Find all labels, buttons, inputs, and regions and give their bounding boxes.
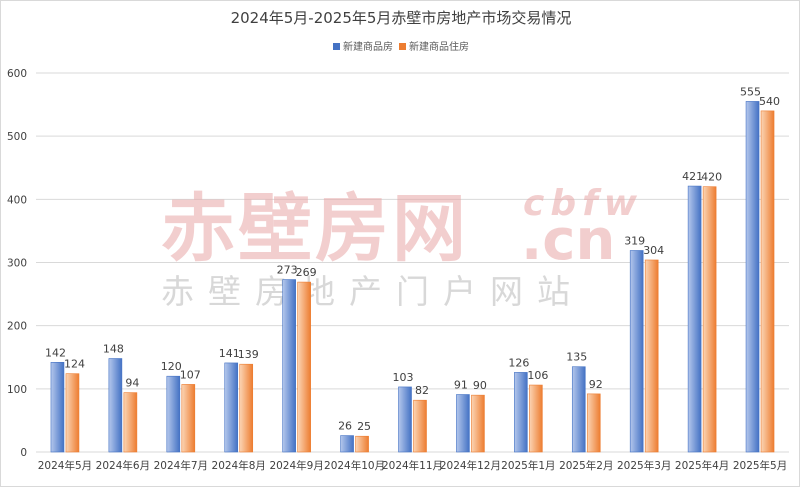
- bar-new-residential: [65, 373, 80, 453]
- legend-swatch-new-residential: [399, 43, 406, 50]
- bar-new-residential: [181, 384, 196, 453]
- x-tick-label: 2024年7月: [154, 459, 208, 472]
- x-tick-label: 2024年9月: [269, 459, 323, 472]
- bar-chart: 赤壁房网 cbfw .cn 赤壁房地产门户网站 2024年5月-2025年5月赤…: [7, 9, 789, 472]
- bar-new-residential: [297, 281, 311, 453]
- x-tick-label: 2024年11月: [382, 459, 443, 472]
- data-label-new-commercial: 120: [161, 360, 182, 373]
- x-tick-label: 2025年5月: [733, 459, 787, 472]
- x-tick-label: 2024年6月: [96, 459, 150, 472]
- legend-swatch-new-commercial: [333, 43, 340, 50]
- y-tick-label: 200: [7, 321, 27, 333]
- data-label-new-residential: 25: [357, 420, 371, 433]
- data-label-new-commercial: 273: [277, 264, 298, 277]
- x-tick-label: 2025年2月: [559, 459, 613, 472]
- data-label-new-residential: 124: [64, 358, 85, 371]
- data-label-new-commercial: 103: [393, 371, 414, 384]
- bar-new-commercial: [629, 250, 644, 453]
- data-label-new-commercial: 141: [219, 347, 240, 360]
- watermark: 赤壁房网 cbfw .cn 赤壁房地产门户网站: [161, 183, 637, 311]
- bar-new-commercial: [571, 366, 586, 453]
- y-tick-label: 0: [20, 447, 27, 459]
- bar-new-residential: [471, 394, 485, 453]
- chart-container: 赤壁房网 cbfw .cn 赤壁房地产门户网站 2024年5月-2025年5月赤…: [0, 0, 800, 487]
- bar-new-residential: [644, 259, 659, 453]
- watermark-sub: 赤壁房地产门户网站: [161, 272, 584, 311]
- chart-title: 2024年5月-2025年5月赤壁市房地产市场交易情况: [231, 9, 572, 27]
- data-label-new-commercial: 319: [624, 234, 645, 247]
- data-label-new-residential: 269: [296, 266, 317, 279]
- bar-new-residential: [239, 363, 254, 453]
- data-label-new-residential: 82: [415, 384, 429, 397]
- bar-new-commercial: [50, 362, 65, 453]
- data-label-new-commercial: 126: [508, 356, 529, 369]
- data-label-new-residential: 90: [473, 379, 487, 392]
- bar-new-commercial: [398, 386, 412, 453]
- data-label-new-residential: 420: [701, 171, 722, 184]
- data-label-new-commercial: 555: [740, 85, 761, 98]
- bar-new-residential: [123, 392, 138, 453]
- y-tick-label: 600: [7, 68, 27, 80]
- x-tick-label: 2024年5月: [38, 459, 92, 472]
- data-label-new-commercial: 142: [45, 346, 66, 359]
- bar-new-residential: [702, 186, 717, 453]
- legend: 新建商品房 新建商品住房: [333, 40, 469, 53]
- x-tick-label: 2025年1月: [501, 459, 555, 472]
- x-axis-ticks: 2024年5月 2024年6月 2024年7月 2024年8月 2024年9月 2024年…: [38, 459, 787, 472]
- data-label-new-commercial: 91: [454, 379, 468, 392]
- bar-new-residential: [413, 399, 427, 453]
- bar-new-commercial: [514, 372, 528, 453]
- data-label-new-commercial: 421: [682, 170, 703, 183]
- x-tick-label: 2024年10月: [324, 459, 385, 472]
- y-tick-label: 400: [7, 194, 27, 206]
- data-label-new-residential: 94: [125, 377, 139, 390]
- bar-new-commercial: [687, 185, 702, 453]
- data-label-new-residential: 304: [643, 244, 664, 257]
- y-tick-label: 300: [7, 258, 27, 270]
- bar-new-commercial: [745, 101, 760, 453]
- x-tick-label: 2025年3月: [617, 459, 671, 472]
- watermark-main: 赤壁房网: [161, 186, 469, 272]
- bar-new-commercial: [456, 394, 470, 453]
- y-axis-ticks: 0 100 200 300 400 500 600: [7, 68, 27, 459]
- y-tick-label: 500: [7, 131, 27, 143]
- data-label-new-residential: 107: [180, 368, 201, 381]
- y-tick-label: 100: [7, 384, 27, 396]
- bar-new-commercial: [282, 279, 296, 453]
- bar-new-residential: [529, 384, 543, 453]
- bar-new-residential: [760, 110, 775, 453]
- bar-new-commercial: [340, 435, 354, 453]
- x-tick-label: 2024年12月: [440, 459, 501, 472]
- bar-new-residential: [355, 435, 369, 453]
- legend-label-new-commercial: 新建商品房: [343, 40, 393, 53]
- data-label-new-residential: 106: [527, 369, 548, 382]
- data-label-new-commercial: 135: [566, 351, 587, 364]
- bar-new-residential: [586, 393, 601, 453]
- bar-new-commercial: [108, 358, 123, 453]
- x-tick-label: 2025年4月: [675, 459, 729, 472]
- bar-new-commercial: [224, 362, 239, 453]
- bar-new-commercial: [166, 375, 181, 453]
- watermark-domain: .cn: [521, 208, 615, 273]
- legend-label-new-residential: 新建商品住房: [409, 40, 469, 53]
- data-label-new-residential: 540: [759, 95, 780, 108]
- data-label-new-residential: 139: [238, 348, 259, 361]
- x-tick-label: 2024年8月: [212, 459, 266, 472]
- data-label-new-commercial: 148: [103, 343, 124, 356]
- data-label-new-residential: 92: [589, 378, 603, 391]
- data-label-new-commercial: 26: [338, 420, 352, 433]
